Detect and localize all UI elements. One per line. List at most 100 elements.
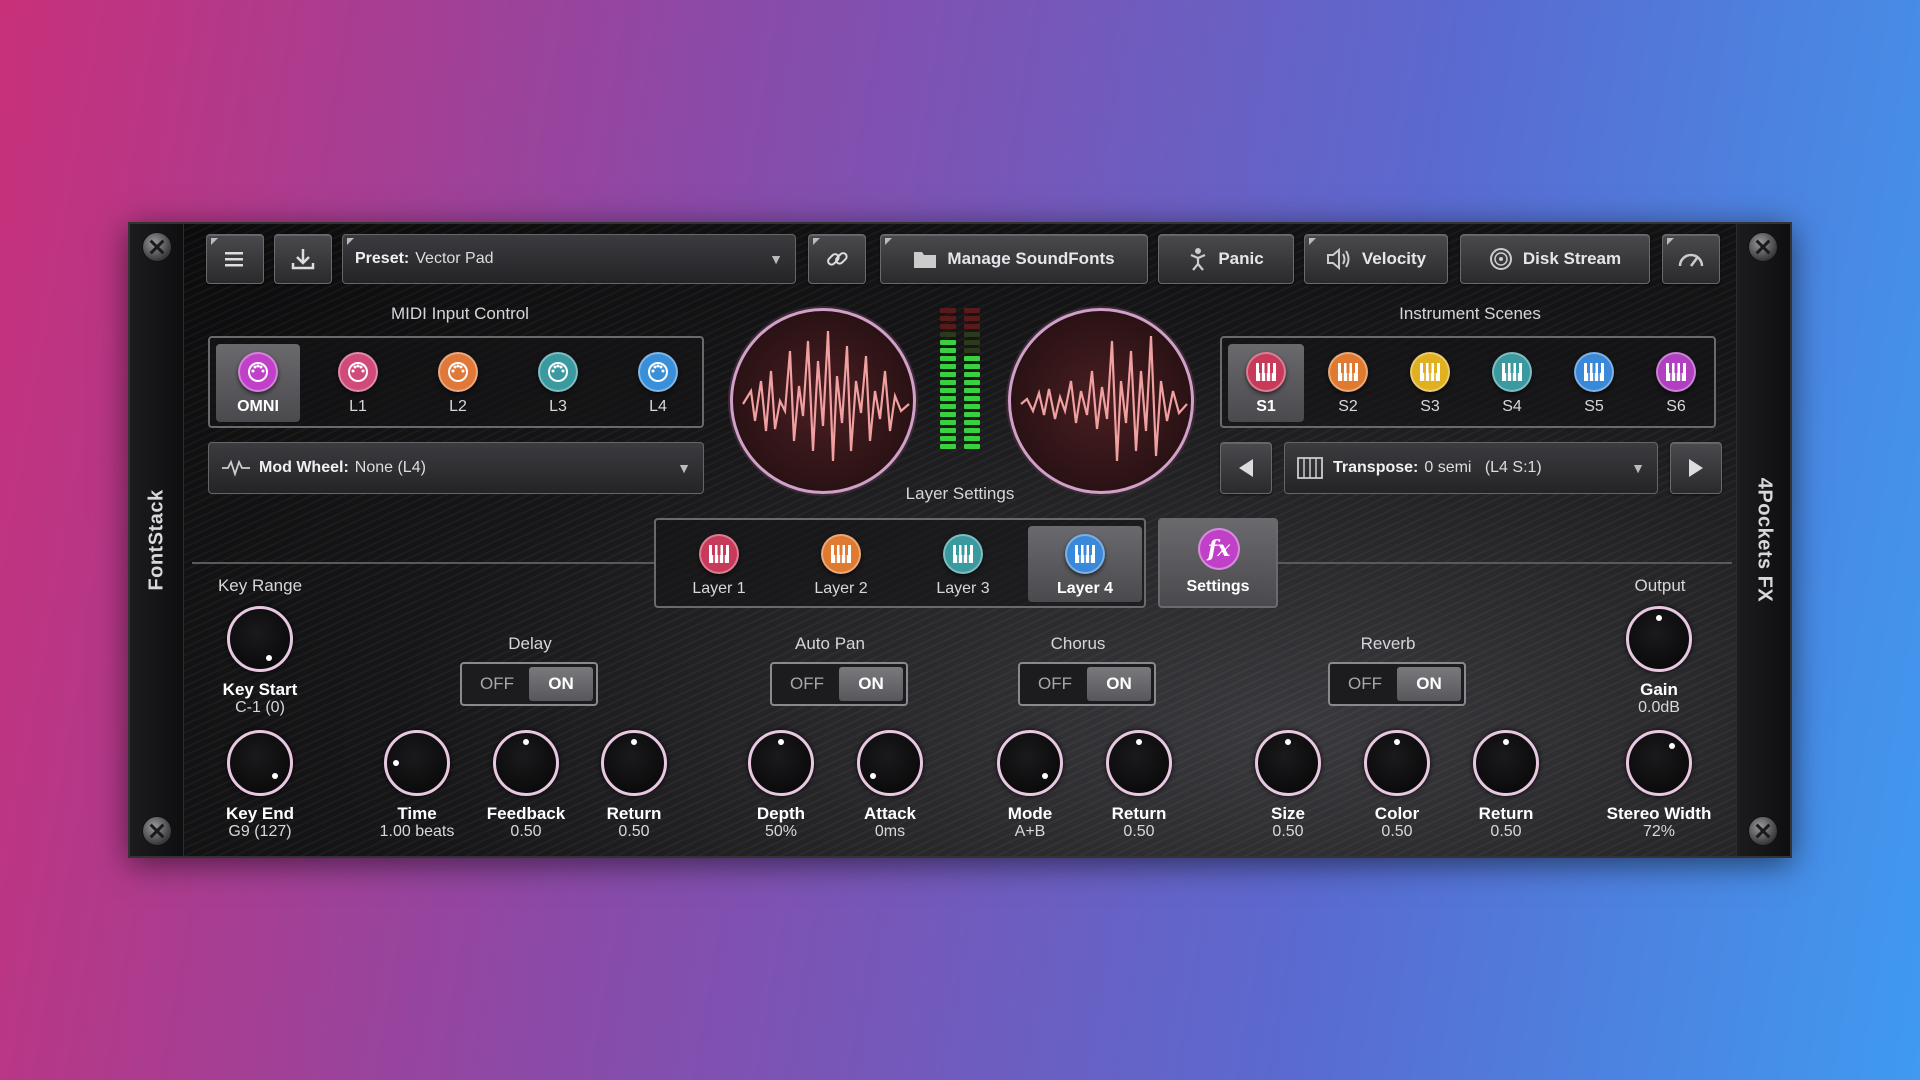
disk-stream-button[interactable]: Disk Stream bbox=[1460, 234, 1650, 284]
mod-wheel-dropdown[interactable]: Mod Wheel: None (L4) ▼ bbox=[208, 442, 704, 494]
midi-input-l4[interactable]: L4 bbox=[616, 344, 700, 422]
meter-segment bbox=[940, 428, 956, 433]
scene-s2[interactable]: S2 bbox=[1310, 344, 1386, 422]
toggle-off[interactable]: OFF bbox=[1333, 667, 1397, 701]
midi-input-l2[interactable]: L2 bbox=[416, 344, 500, 422]
transpose-value: 0 semi (L4 S:1) bbox=[1424, 459, 1542, 476]
layer-label: Layer 2 bbox=[814, 580, 868, 597]
toggle-off[interactable]: OFF bbox=[1023, 667, 1087, 701]
piano-keys-icon bbox=[1574, 352, 1614, 392]
layer-layer-2[interactable]: Layer 2 bbox=[784, 526, 898, 602]
piano-keys-icon bbox=[1656, 352, 1696, 392]
key-end-label: Key End bbox=[225, 804, 295, 823]
reverb-size-knob[interactable] bbox=[1255, 730, 1321, 796]
piano-keys-icon bbox=[699, 534, 739, 574]
meter-segment bbox=[964, 380, 980, 385]
midi-input-l1[interactable]: L1 bbox=[316, 344, 400, 422]
delay-feedback-knob[interactable] bbox=[493, 730, 559, 796]
delay-return-value: 0.50 bbox=[618, 823, 650, 840]
meter-segment bbox=[940, 388, 956, 393]
meter-segment bbox=[964, 420, 980, 425]
scene-s3[interactable]: S3 bbox=[1392, 344, 1468, 422]
auto-pan-depth-knob[interactable] bbox=[748, 730, 814, 796]
midi-input-label: L3 bbox=[549, 398, 567, 415]
scene-prev-button[interactable] bbox=[1220, 442, 1272, 494]
manage-soundfonts-button[interactable]: Manage SoundFonts bbox=[880, 234, 1148, 284]
velocity-button[interactable]: Velocity bbox=[1304, 234, 1448, 284]
delay-toggle[interactable]: OFF ON bbox=[460, 662, 598, 706]
link-icon bbox=[827, 252, 848, 266]
save-button[interactable] bbox=[274, 234, 332, 284]
meter-segment bbox=[964, 396, 980, 401]
hamburger-menu-icon bbox=[225, 252, 243, 267]
scene-s1[interactable]: S1 bbox=[1228, 344, 1304, 422]
menu-button[interactable] bbox=[206, 234, 264, 284]
key-end-knob[interactable] bbox=[227, 730, 293, 796]
waveform-icon bbox=[222, 459, 250, 477]
performance-button[interactable] bbox=[1662, 234, 1720, 284]
midi-input-omni[interactable]: OMNI bbox=[216, 344, 300, 422]
toggle-on[interactable]: ON bbox=[529, 667, 593, 701]
output-gain-knob[interactable] bbox=[1626, 606, 1692, 672]
meter-segment bbox=[940, 308, 956, 313]
piano-keys-icon bbox=[821, 534, 861, 574]
panic-button[interactable]: Panic bbox=[1158, 234, 1294, 284]
toggle-on[interactable]: ON bbox=[839, 667, 903, 701]
key-start-knob[interactable] bbox=[227, 606, 293, 672]
layer-layer-4[interactable]: Layer 4 bbox=[1028, 526, 1142, 602]
mod-wheel-value: None (L4) bbox=[354, 459, 426, 476]
stereo-width-knob[interactable] bbox=[1626, 730, 1692, 796]
midi-input-label: L4 bbox=[649, 398, 667, 415]
auto-pan-attack-knob[interactable] bbox=[857, 730, 923, 796]
meter-segment bbox=[940, 364, 956, 369]
link-button[interactable] bbox=[808, 234, 866, 284]
instrument-scenes-title: Instrument Scenes bbox=[1399, 304, 1541, 323]
triangle-left-icon bbox=[1239, 459, 1253, 477]
transpose-dropdown[interactable]: Transpose: 0 semi (L4 S:1) ▼ bbox=[1284, 442, 1658, 494]
midi-input-l3[interactable]: L3 bbox=[516, 344, 600, 422]
meter-segment bbox=[940, 396, 956, 401]
meter-segment bbox=[940, 324, 956, 329]
preset-label: Preset: bbox=[355, 250, 410, 267]
screw-icon bbox=[1748, 816, 1778, 846]
chorus-toggle[interactable]: OFF ON bbox=[1018, 662, 1156, 706]
right-oscilloscope bbox=[1008, 308, 1194, 494]
scene-s5[interactable]: S5 bbox=[1556, 344, 1632, 422]
toggle-off[interactable]: OFF bbox=[775, 667, 839, 701]
meter-segment bbox=[964, 348, 980, 353]
midi-port-icon bbox=[538, 352, 578, 392]
layer-layer-3[interactable]: Layer 3 bbox=[906, 526, 1020, 602]
piano-keys-icon bbox=[943, 534, 983, 574]
auto-pan-title: Auto Pan bbox=[795, 634, 865, 653]
layer-layer-1[interactable]: Layer 1 bbox=[662, 526, 776, 602]
reverb-return-knob[interactable] bbox=[1473, 730, 1539, 796]
toggle-off[interactable]: OFF bbox=[465, 667, 529, 701]
fx-settings-button[interactable]: fx Settings bbox=[1158, 518, 1278, 608]
reverb-toggle[interactable]: OFF ON bbox=[1328, 662, 1466, 706]
auto-pan-toggle[interactable]: OFF ON bbox=[770, 662, 908, 706]
meter-segment bbox=[940, 436, 956, 441]
app-name-label: FontStack bbox=[145, 489, 167, 591]
scene-s6[interactable]: S6 bbox=[1638, 344, 1714, 422]
level-meter-left bbox=[940, 308, 956, 449]
meter-segment bbox=[940, 340, 956, 345]
toggle-on[interactable]: ON bbox=[1087, 667, 1151, 701]
reverb-color-knob[interactable] bbox=[1364, 730, 1430, 796]
preset-dropdown[interactable]: Preset: Vector Pad ▼ bbox=[342, 234, 796, 284]
piano-keys-icon bbox=[1065, 534, 1105, 574]
scene-next-button[interactable] bbox=[1670, 442, 1722, 494]
meter-segment bbox=[964, 356, 980, 361]
chorus-mode-knob[interactable] bbox=[997, 730, 1063, 796]
speaker-icon bbox=[1326, 248, 1350, 270]
chorus-return-knob[interactable] bbox=[1106, 730, 1172, 796]
meter-segment bbox=[964, 388, 980, 393]
meter-segment bbox=[964, 316, 980, 321]
delay-return-knob[interactable] bbox=[601, 730, 667, 796]
screw-icon bbox=[1748, 232, 1778, 262]
delay-time-knob[interactable] bbox=[384, 730, 450, 796]
velocity-label: Velocity bbox=[1361, 249, 1427, 268]
toggle-on[interactable]: ON bbox=[1397, 667, 1461, 701]
chevron-down-icon: ▼ bbox=[1631, 460, 1645, 476]
scene-s4[interactable]: S4 bbox=[1474, 344, 1550, 422]
screw-icon bbox=[142, 232, 172, 262]
